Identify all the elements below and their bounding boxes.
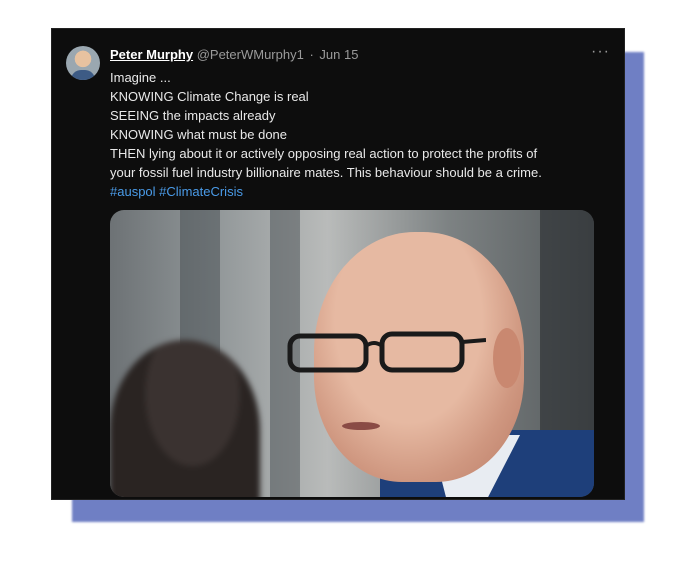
tweet-line: Imagine ... xyxy=(110,70,171,85)
author-name[interactable]: Peter Murphy xyxy=(110,47,193,62)
tweet-line: THEN lying about it or actively opposing… xyxy=(110,146,538,161)
tweet-header: Peter Murphy @PeterWMurphy1 · Jun 15 xyxy=(110,47,358,62)
header-separator: · xyxy=(309,47,314,62)
tweet-line: SEEING the impacts already xyxy=(110,108,276,123)
mouth xyxy=(342,422,380,430)
hashtag-auspol[interactable]: #auspol xyxy=(110,184,156,199)
avatar[interactable] xyxy=(66,46,100,80)
blurred-bystander xyxy=(110,340,260,497)
tweet-card[interactable]: Peter Murphy @PeterWMurphy1 · Jun 15 ···… xyxy=(52,29,624,499)
hashtag-climatecrisis[interactable]: #ClimateCrisis xyxy=(159,184,243,199)
glasses-icon xyxy=(287,331,486,373)
tweet-text: Imagine ... KNOWING Climate Change is re… xyxy=(110,68,610,201)
tweet-line: your fossil fuel industry billionaire ma… xyxy=(110,165,542,180)
tweet-line: KNOWING what must be done xyxy=(110,127,288,142)
tweet-line: KNOWING Climate Change is real xyxy=(110,89,309,104)
author-handle[interactable]: @PeterWMurphy1 xyxy=(197,47,304,62)
ear xyxy=(493,328,521,388)
more-horizontal-icon[interactable]: ··· xyxy=(591,43,610,61)
hashtags: #auspol #ClimateCrisis xyxy=(110,182,610,201)
tweet-photo[interactable] xyxy=(110,210,594,497)
tweet-date[interactable]: Jun 15 xyxy=(319,47,358,62)
avatar-shirt xyxy=(71,70,95,80)
